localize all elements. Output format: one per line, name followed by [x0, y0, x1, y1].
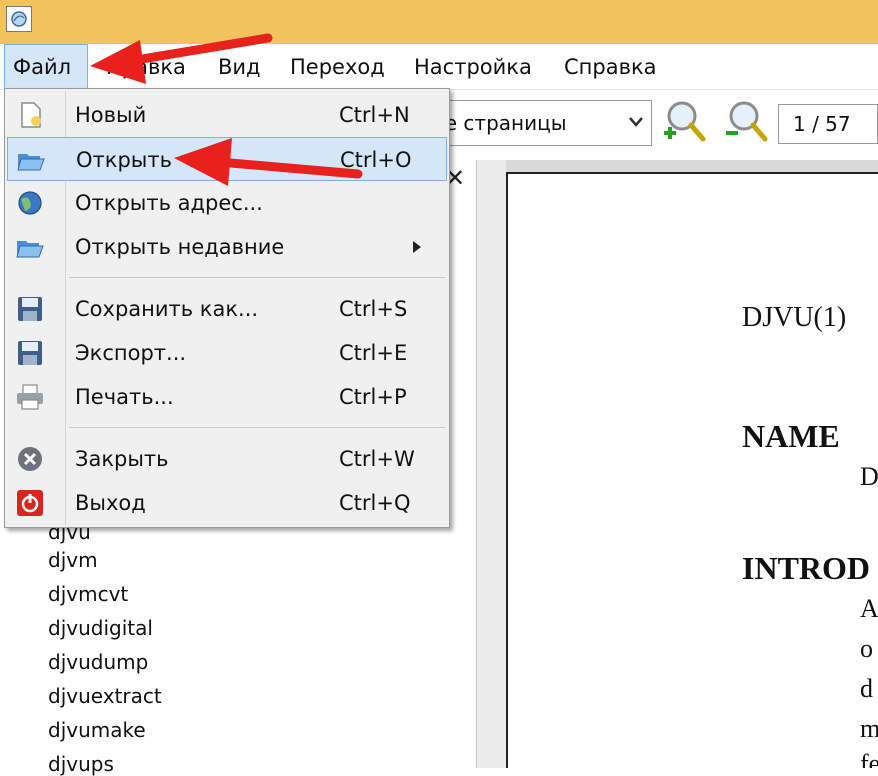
menu-item-label: Открыть недавние [75, 235, 285, 259]
doc-text-line: o [860, 634, 873, 663]
panel-splitter[interactable] [476, 160, 506, 768]
menu-item-shortcut: Ctrl+S [339, 297, 408, 321]
menu-item-label: Открыть адрес... [75, 191, 263, 215]
menu-navigate[interactable]: Переход [282, 44, 393, 90]
menu-item-open-recent[interactable]: Открыть недавние [7, 225, 447, 269]
menu-help[interactable]: Справка [556, 44, 665, 90]
open-folder-icon [16, 241, 44, 258]
menu-item-shortcut: Ctrl+P [339, 385, 407, 409]
menu-view[interactable]: Вид [210, 44, 269, 90]
list-item[interactable]: djvmcvt [48, 582, 128, 606]
chevron-down-icon[interactable] [628, 112, 644, 132]
zoom-in-icon[interactable] [660, 98, 706, 144]
menu-item-label: Закрыть [75, 447, 169, 471]
page-number-field[interactable]: 1 / 57 [778, 104, 878, 144]
menu-item-shortcut: Ctrl+Q [339, 491, 411, 515]
menu-settings[interactable]: Настройка [406, 44, 540, 90]
menu-item-label: Печать... [75, 385, 174, 409]
doc-text-line: m [860, 714, 878, 744]
menu-item-shortcut: Ctrl+W [339, 447, 415, 471]
close-circle-icon [18, 447, 42, 471]
menu-item-new[interactable]: Новый Ctrl+N [7, 93, 447, 137]
doc-section-name: NAME [742, 418, 840, 454]
save-disk-icon [18, 297, 42, 321]
menu-item-print[interactable]: Печать... Ctrl+P [7, 375, 447, 419]
menu-item-exit[interactable]: Выход Ctrl+Q [7, 481, 447, 525]
menu-item-save-as[interactable]: Сохранить как... Ctrl+S [7, 287, 447, 331]
menu-item-shortcut: Ctrl+O [340, 148, 412, 172]
submenu-arrow-icon [413, 241, 421, 253]
open-folder-icon [17, 154, 45, 171]
menu-item-export[interactable]: Экспорт... Ctrl+E [7, 331, 447, 375]
menu-file[interactable]: Файл [4, 44, 88, 90]
menu-item-label: Экспорт... [75, 341, 187, 365]
doc-text-line: D [860, 462, 878, 491]
menu-item-shortcut: Ctrl+N [339, 103, 410, 127]
list-item[interactable]: djvudump [48, 650, 148, 674]
menu-item-label: Новый [75, 103, 147, 127]
list-item[interactable]: djvm [48, 548, 98, 572]
menu-item-close[interactable]: Закрыть Ctrl+W [7, 437, 447, 481]
menu-bar: Файл Правка Вид Переход Настройка Справк… [0, 44, 878, 90]
globe-icon [18, 191, 42, 215]
divider [69, 427, 445, 428]
doc-section-intro: INTROD [742, 550, 871, 586]
menu-item-label: Выход [75, 491, 146, 515]
new-file-icon [21, 102, 41, 128]
doc-text-line: d [860, 674, 873, 703]
list-item[interactable]: djvups [48, 752, 114, 776]
doc-text-line: fe [860, 749, 878, 768]
title-bar [0, 0, 878, 44]
doc-text-line: A [860, 594, 878, 623]
printer-icon [17, 384, 43, 410]
save-disk-icon [18, 341, 42, 365]
divider [69, 277, 445, 278]
file-menu: Новый Ctrl+N Открыть Ctrl+O Открыть адре… [4, 88, 450, 528]
menu-item-open[interactable]: Открыть Ctrl+O [7, 137, 447, 181]
menu-edit[interactable]: Правка [98, 44, 194, 90]
menu-item-open-url[interactable]: Открыть адрес... [7, 181, 447, 225]
menu-item-label: Открыть [76, 148, 172, 172]
list-item[interactable]: djvumake [48, 718, 146, 742]
doc-header: DJVU(1) [742, 302, 847, 333]
app-icon [6, 6, 32, 32]
list-item[interactable]: djvudigital [48, 616, 153, 640]
menu-item-shortcut: Ctrl+E [339, 341, 408, 365]
power-icon [17, 490, 43, 516]
zoom-out-icon[interactable] [722, 98, 768, 144]
list-item[interactable]: djvuextract [48, 684, 162, 708]
document-page: DJVU(1) NAME D INTROD A o d m fe [506, 172, 878, 768]
menu-item-label: Сохранить как... [75, 297, 259, 321]
